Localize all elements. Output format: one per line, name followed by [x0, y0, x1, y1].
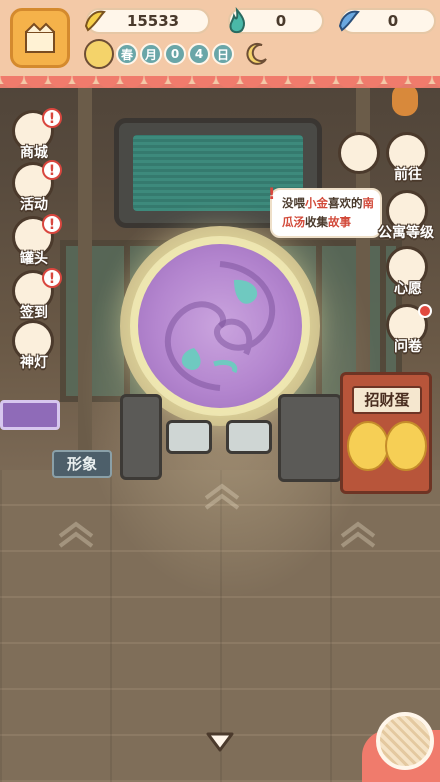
cans-alert-badge: !: [42, 214, 62, 234]
quest-text: 喜欢的: [328, 196, 363, 210]
quest-text: 没喂: [282, 196, 305, 210]
survey-notification-dot: [418, 304, 432, 318]
menu-events-button[interactable]: ! 活动: [8, 160, 62, 213]
survey-label: 问卷: [394, 339, 422, 355]
menu-go-to-button[interactable]: 前往: [382, 132, 434, 183]
banana-icon: [84, 10, 106, 32]
wrench-icon: [338, 132, 380, 174]
season-date: 春 月 0 4 日: [84, 39, 270, 69]
menu-magic-lamp-button[interactable]: 神灯: [8, 320, 60, 371]
down-arrow-icon[interactable]: [204, 730, 236, 754]
shop-alert-badge: !: [42, 108, 62, 128]
floor-chevron-icon: [58, 521, 94, 548]
go-to-label: 前往: [394, 167, 422, 183]
connector-left: [166, 420, 212, 454]
menu-wish-button[interactable]: 心愿: [382, 246, 434, 297]
menu-apartment-level-button[interactable]: 公寓等级: [372, 190, 440, 241]
wish-label: 心愿: [394, 281, 422, 297]
banana-counter[interactable]: 15533: [84, 8, 210, 34]
checkin-label: 签到: [20, 305, 48, 321]
fire-counter[interactable]: 0: [228, 6, 324, 34]
blue-banana-icon: [338, 10, 360, 32]
quest-alert-icon: !: [268, 184, 276, 203]
sun-icon: [84, 39, 114, 69]
portal-swirl[interactable]: [138, 244, 302, 408]
date-char: 0: [164, 43, 186, 65]
quest-text-highlight: 故事: [328, 215, 351, 229]
shop-label: 商城: [20, 145, 48, 161]
swirl-icon: [164, 261, 276, 391]
lucky-egg-sign: 招财蛋: [352, 386, 422, 414]
date-char: 春: [116, 43, 138, 65]
menu-shop-button[interactable]: ! 商城: [8, 108, 62, 161]
fire-icon: [229, 6, 246, 34]
player-avatar[interactable]: [10, 8, 70, 68]
right-console: [278, 394, 342, 482]
quest-text: 收集: [305, 215, 328, 229]
magic-lamp-label: 神灯: [20, 355, 48, 371]
blue-banana-counter[interactable]: 0: [338, 8, 436, 34]
menu-cans-button[interactable]: ! 罐头: [8, 214, 62, 267]
appearance-sign[interactable]: 形象: [52, 450, 112, 478]
tool-button[interactable]: [334, 132, 386, 180]
date-char: 日: [212, 43, 234, 65]
quest-text-highlight: 小金: [305, 196, 328, 210]
quest-text-highlight: 瓜汤: [282, 215, 305, 229]
connector-right: [226, 420, 272, 454]
date-char: 4: [188, 43, 210, 65]
apartment-level-label: 公寓等级: [378, 225, 434, 241]
yarn-ball-icon[interactable]: [376, 712, 434, 770]
quest-bubble[interactable]: ! 没喂小金喜欢的南 瓜汤收集故事: [268, 184, 382, 238]
lucky-egg-icon: [347, 421, 427, 471]
moon-icon[interactable]: [244, 41, 270, 67]
game-scene: 形象 招财蛋: [0, 0, 440, 782]
events-label: 活动: [20, 197, 48, 213]
menu-survey-button[interactable]: 问卷: [382, 304, 434, 355]
floor-chevron-icon: [340, 521, 376, 548]
date-char: 月: [140, 43, 162, 65]
floor-chevron-icon: [204, 483, 240, 510]
menu-checkin-button[interactable]: ! 签到: [8, 268, 62, 321]
awning-scallop: [0, 76, 440, 92]
left-console: [120, 394, 162, 480]
avatar-icon: [25, 22, 55, 53]
checkin-alert-badge: !: [42, 268, 62, 288]
cans-label: 罐头: [20, 251, 48, 267]
purple-chest: [0, 400, 60, 430]
events-alert-badge: !: [42, 160, 62, 180]
